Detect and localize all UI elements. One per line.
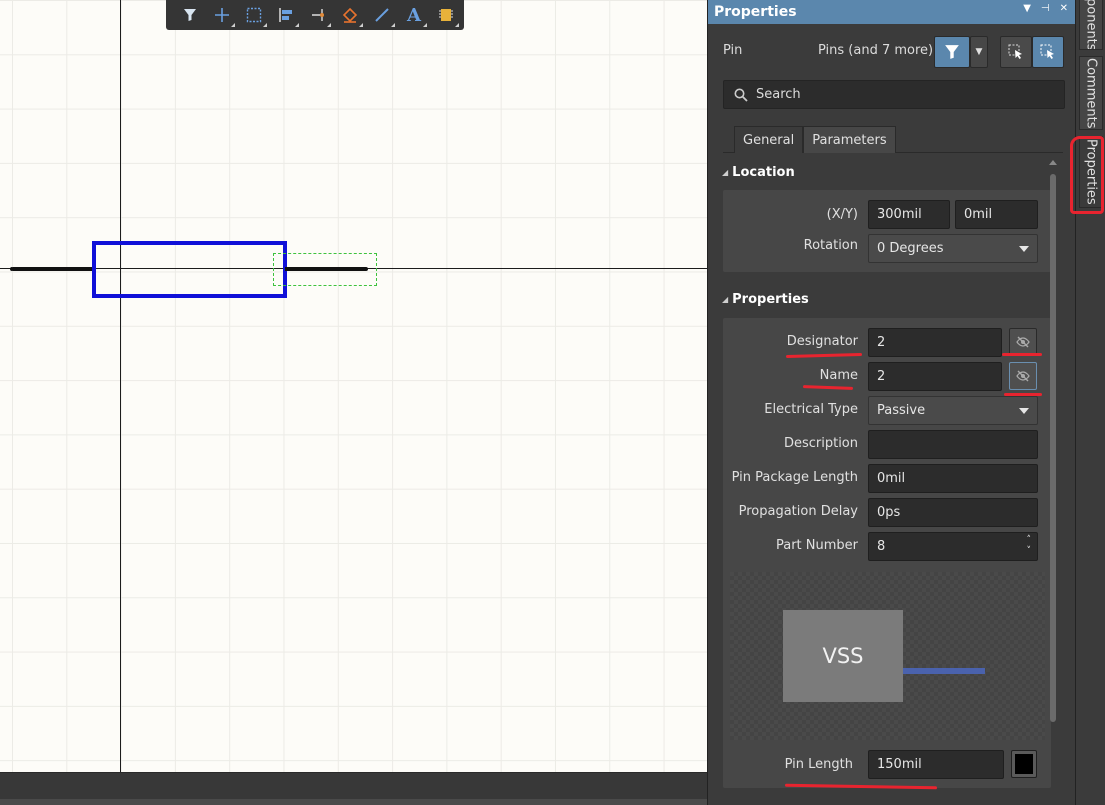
location-group: (X/Y) 300mil 0mil Rotation 0 Degrees	[723, 190, 1051, 272]
selection-kind: Pin	[723, 43, 743, 58]
active-bar-toolbar: A	[166, 0, 464, 30]
designator-visibility-toggle[interactable]	[1009, 328, 1037, 356]
filter-dropdown-button[interactable]: ▼	[970, 36, 988, 68]
properties-panel: Properties ▼ ⊣ ✕ Pin Pins (and 7 more) ▼…	[707, 0, 1076, 805]
pin-package-length-label: Pin Package Length	[731, 470, 858, 485]
pin-length-label: Pin Length	[784, 757, 853, 772]
pin-selection-box	[273, 253, 377, 286]
search-icon	[734, 88, 748, 102]
panel-close-icon[interactable]: ✕	[1060, 3, 1068, 14]
selection-filter-summary[interactable]: Pins (and 7 more)	[818, 43, 933, 58]
panel-title: Properties	[714, 4, 797, 20]
propagation-delay-field[interactable]: 0ps	[868, 498, 1038, 527]
tab-general[interactable]: General	[734, 126, 804, 153]
pin-package-length-field[interactable]: 0mil	[868, 464, 1038, 493]
collapse-icon: ◢	[722, 168, 729, 177]
panel-pin-icon[interactable]: ⊣	[1041, 3, 1050, 14]
search-placeholder: Search	[756, 87, 801, 102]
collapse-icon: ◢	[722, 295, 729, 304]
wire-icon[interactable]	[302, 1, 334, 29]
search-input[interactable]: Search	[723, 80, 1065, 109]
name-field[interactable]: 2	[868, 362, 1002, 391]
fill-icon[interactable]	[334, 1, 366, 29]
canvas-status-strip	[0, 772, 707, 805]
preview-pin-line	[903, 668, 985, 674]
designator-label: Designator	[786, 334, 858, 349]
line-icon[interactable]	[366, 1, 398, 29]
pin-left-end	[10, 267, 14, 271]
annotation-outline	[1070, 136, 1104, 214]
select-cursor-icon	[1008, 44, 1022, 59]
add-icon[interactable]	[206, 1, 238, 29]
propagation-delay-label: Propagation Delay	[738, 504, 858, 519]
properties-header-label: Properties	[732, 292, 809, 307]
scroll-up-icon[interactable]	[1049, 160, 1057, 165]
name-visibility-toggle[interactable]	[1009, 362, 1037, 390]
x-field[interactable]: 300mil	[868, 200, 950, 229]
properties-section-header[interactable]: ◢ Properties	[722, 292, 809, 307]
chevron-down-icon	[1019, 408, 1029, 414]
electrical-type-label: Electrical Type	[764, 402, 858, 417]
eye-off-icon	[1016, 370, 1030, 382]
panel-tabs: General Parameters	[723, 126, 1063, 153]
rotation-label: Rotation	[803, 238, 858, 253]
schematic-canvas[interactable]: A	[0, 0, 707, 772]
filter-icon[interactable]	[174, 1, 206, 29]
stepper-arrows-icon[interactable]: ˄ ˅	[1027, 535, 1032, 557]
part-number-stepper[interactable]: 8 ˄ ˅	[868, 532, 1038, 561]
scroll-thumb[interactable]	[1050, 174, 1056, 722]
select-mode-button[interactable]	[1000, 36, 1032, 68]
origin-axis-vertical	[120, 0, 121, 772]
pin-preview: VSS	[730, 572, 1045, 740]
pin-length-field[interactable]: 150mil	[868, 750, 1004, 779]
annotation-underline	[1004, 393, 1042, 396]
filter-icon	[945, 45, 959, 59]
filter-button[interactable]	[934, 36, 970, 68]
panel-scrollbar[interactable]	[1049, 160, 1057, 730]
name-label: Name	[819, 368, 858, 383]
selection-row: Pin Pins (and 7 more) ▼	[708, 34, 1076, 68]
text-icon[interactable]: A	[398, 1, 430, 29]
select-rect-icon[interactable]	[238, 1, 270, 29]
tab-parameters[interactable]: Parameters	[803, 126, 896, 153]
pin-left-line[interactable]	[13, 267, 93, 271]
component-body[interactable]	[92, 241, 287, 298]
panel-titlebar: Properties ▼ ⊣ ✕	[708, 0, 1076, 24]
rotation-value: 0 Degrees	[877, 241, 944, 256]
part-number-value: 8	[877, 539, 886, 554]
location-section-header[interactable]: ◢ Location	[722, 165, 795, 180]
electrical-type-value: Passive	[877, 403, 926, 418]
component-icon[interactable]	[430, 1, 462, 29]
eye-off-icon	[1016, 336, 1030, 348]
panel-menu-icon[interactable]: ▼	[1023, 3, 1031, 14]
preview-component-body: VSS	[783, 610, 903, 702]
select-inside-button[interactable]	[1032, 36, 1064, 68]
y-field[interactable]: 0mil	[955, 200, 1038, 229]
annotation-underline	[1002, 353, 1042, 356]
chevron-down-icon	[1019, 246, 1029, 252]
xy-label: (X/Y)	[826, 207, 858, 222]
side-tab-comments[interactable]: Comments	[1079, 56, 1103, 130]
designator-field[interactable]: 2	[868, 328, 1002, 357]
side-tab-components[interactable]: ponents	[1079, 0, 1103, 50]
part-number-label: Part Number	[775, 538, 858, 553]
select-cursor-active-icon	[1040, 44, 1054, 59]
description-field[interactable]	[868, 430, 1038, 459]
rotation-select[interactable]: 0 Degrees	[868, 234, 1038, 263]
location-header-label: Location	[732, 165, 795, 180]
description-label: Description	[783, 436, 858, 451]
side-panel-tabs: ponents Comments Properties	[1070, 0, 1105, 805]
align-icon[interactable]	[270, 1, 302, 29]
pin-color-swatch[interactable]	[1011, 750, 1037, 778]
electrical-type-select[interactable]: Passive	[868, 396, 1038, 425]
